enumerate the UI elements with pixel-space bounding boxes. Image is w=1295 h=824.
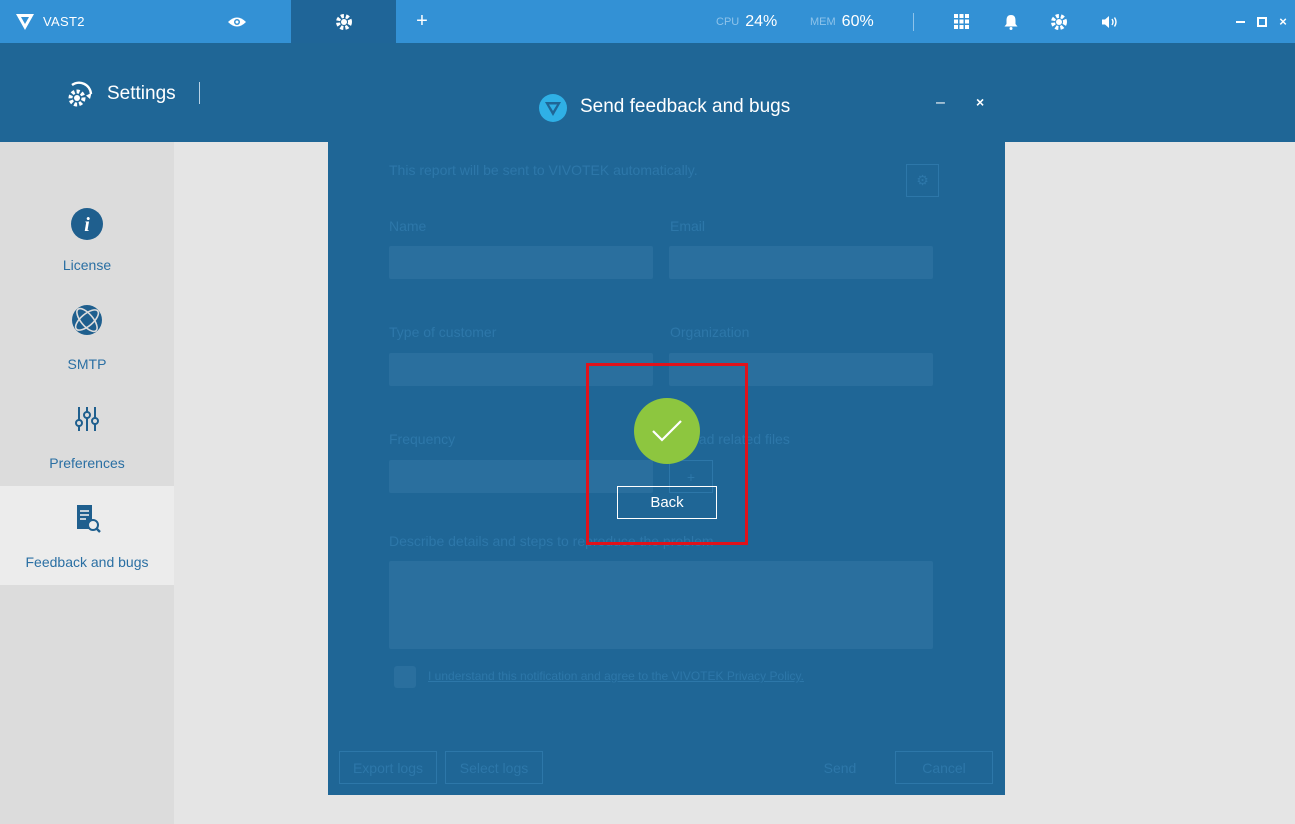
dialog-logo-icon — [539, 94, 567, 122]
globe-icon — [67, 300, 107, 340]
select-logs-button[interactable]: Select logs — [445, 751, 543, 784]
notifications-button[interactable] — [1001, 0, 1021, 43]
plus-icon: + — [416, 10, 428, 32]
sidebar-item-label: SMTP — [67, 356, 107, 372]
mem-label: MEM — [810, 15, 836, 28]
name-input[interactable] — [389, 246, 653, 279]
dialog-settings-button[interactable]: ⚙ — [906, 164, 939, 197]
send-button[interactable]: Send — [810, 751, 870, 784]
close-window-button[interactable]: × — [1273, 0, 1293, 43]
minimize-window-button[interactable] — [1230, 0, 1250, 43]
minimize-icon: – — [936, 94, 945, 111]
cpu-label: CPU — [716, 15, 740, 28]
cancel-button[interactable]: Cancel — [895, 751, 993, 784]
dialog-close-button[interactable]: × — [976, 94, 984, 110]
apps-grid-button[interactable] — [951, 0, 971, 43]
close-icon: × — [1279, 14, 1287, 29]
sidebar-item-label: License — [62, 257, 112, 273]
info-icon: i — [67, 204, 107, 244]
mem-value: 60% — [841, 12, 874, 30]
gear-icon — [1051, 13, 1067, 30]
cpu-stat: CPU 24% — [716, 0, 777, 43]
eye-icon — [228, 17, 246, 26]
settings-tab[interactable] — [291, 0, 396, 43]
export-logs-button[interactable]: Export logs — [339, 751, 437, 784]
dialog-minimize-button[interactable]: – — [936, 94, 945, 112]
sliders-icon — [67, 399, 107, 439]
mem-stat: MEM 60% — [810, 0, 874, 43]
bell-icon — [1004, 14, 1018, 30]
email-label: Email — [670, 218, 706, 234]
system-settings-button[interactable] — [1049, 0, 1069, 43]
privacy-policy-link[interactable]: I understand this notification and agree… — [428, 669, 804, 683]
document-search-icon — [67, 498, 107, 538]
sidebar: i License SMTP Preferences Feedback and … — [0, 142, 174, 824]
sidebar-item-license[interactable]: i License — [0, 187, 174, 286]
speaker-icon — [1102, 15, 1117, 28]
sidebar-item-smtp[interactable]: SMTP — [0, 286, 174, 385]
page-title: Settings — [107, 83, 176, 104]
svg-text:i: i — [84, 214, 90, 236]
settings-gear-icon — [68, 81, 93, 107]
grid-icon — [953, 14, 969, 29]
close-icon: × — [976, 94, 985, 110]
intro-text: This report will be sent to VIVOTEK auto… — [389, 162, 698, 178]
frequency-label: Frequency — [389, 431, 456, 447]
type-of-customer-label: Type of customer — [389, 324, 497, 340]
add-tab-button[interactable]: + — [410, 0, 434, 43]
email-input[interactable] — [669, 246, 933, 279]
minimize-icon — [1235, 20, 1245, 23]
gear-icon: ⚙ — [916, 172, 929, 188]
organization-label: Organization — [670, 324, 750, 340]
titlebar-divider — [913, 0, 914, 43]
sidebar-item-label: Feedback and bugs — [25, 554, 149, 570]
sidebar-item-feedback-and-bugs[interactable]: Feedback and bugs — [0, 486, 174, 585]
maximize-icon — [1257, 16, 1267, 27]
cpu-value: 24% — [745, 12, 778, 30]
sidebar-item-label: Preferences — [49, 455, 125, 471]
gear-icon — [335, 13, 352, 30]
privacy-consent-checkbox[interactable] — [394, 666, 416, 688]
highlight-annotation — [586, 363, 748, 545]
settings-header: Settings — [0, 43, 1295, 142]
header-divider — [199, 82, 200, 104]
live-view-tab[interactable] — [222, 0, 252, 43]
dialog-title: Send feedback and bugs — [580, 96, 791, 117]
maximize-window-button[interactable] — [1252, 0, 1272, 43]
sidebar-item-preferences[interactable]: Preferences — [0, 385, 174, 484]
volume-button[interactable] — [1100, 0, 1120, 43]
vivotek-logo-icon — [16, 13, 34, 30]
app-name: VAST2 — [43, 14, 85, 29]
description-textarea[interactable] — [389, 561, 933, 649]
title-bar: VAST2 + CPU 24% MEM 60% × — [0, 0, 1295, 43]
name-label: Name — [389, 218, 427, 234]
app-brand: VAST2 — [16, 0, 85, 43]
